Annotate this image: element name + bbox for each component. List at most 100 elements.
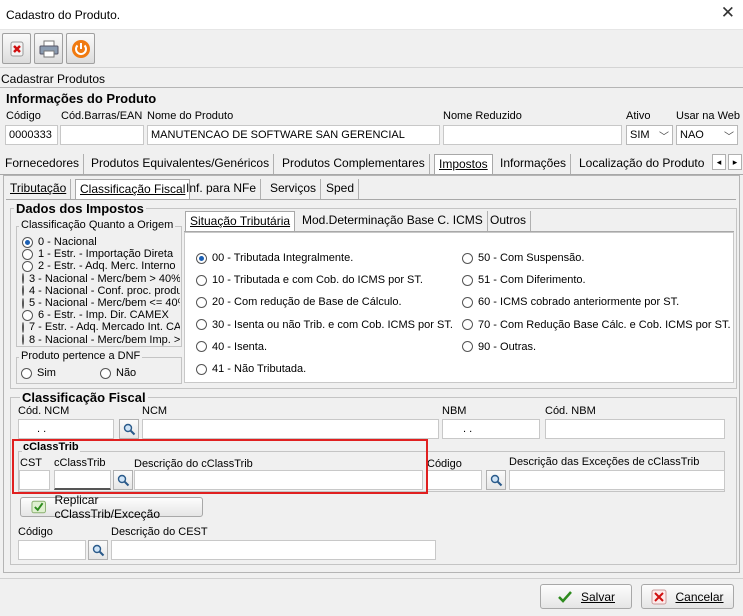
radio-icon [462, 296, 473, 308]
origem-label: 0 - Nacional [38, 236, 97, 248]
situacao-label: 60 - ICMS cobrado anteriormente por ST. [478, 296, 680, 309]
tab-localizacao[interactable]: Localização do Produto [575, 154, 708, 174]
tab-mod-determinacao[interactable]: Mod.Determinação Base C. ICMS [298, 211, 488, 231]
section-header: Cadastrar Produtos [0, 72, 743, 88]
situacao-label: 00 - Tributada Integralmente. [212, 252, 354, 264]
dnf-sim-label: Sim [37, 367, 56, 379]
situacao-radio-right-4[interactable]: 90 - Outras. [462, 341, 536, 353]
situacao-label: 51 - Com Diferimento. [478, 274, 586, 287]
tab-informacoes[interactable]: Informações [496, 154, 572, 174]
cancelar-label: Cancelar [675, 589, 724, 604]
tab-scroll-right-icon[interactable]: ▸ [728, 154, 742, 170]
origem-radio-0[interactable]: 0 - Nacional [22, 236, 180, 248]
delete-button[interactable] [2, 33, 31, 64]
situacao-radio-left-2[interactable]: 20 - Com redução de Base de Cálculo. [196, 296, 402, 308]
radio-icon [196, 341, 207, 353]
nome-field[interactable]: MANUTENCAO DE SOFTWARE SAN GERENCIAL [147, 125, 440, 145]
title-bar: Cadastro do Produto. ✕ [0, 0, 743, 30]
nome-reduzido-field[interactable] [443, 125, 622, 145]
nbm-field[interactable]: . . [442, 419, 540, 439]
cest-descricao-field[interactable] [111, 540, 436, 560]
tab-fornecedores[interactable]: Fornecedores [1, 154, 85, 174]
situacao-radio-right-2[interactable]: 60 - ICMS cobrado anteriormente por ST. [462, 296, 679, 308]
barras-field[interactable] [60, 125, 144, 145]
usar-web-select[interactable]: NAO ﹀ [676, 125, 738, 145]
tab-impostos[interactable]: Impostos [434, 154, 493, 174]
highlight-box [12, 439, 428, 494]
ativo-label: Ativo [626, 110, 651, 122]
cod-ncm-field[interactable]: . . [18, 419, 114, 439]
dnf-nao-radio[interactable]: Não [100, 367, 136, 379]
radio-icon [462, 274, 473, 286]
exit-button[interactable] [66, 33, 95, 64]
situacao-radio-right-1[interactable]: 51 - Com Diferimento. [462, 274, 586, 286]
situacao-radio-left-1[interactable]: 10 - Tributada e com Cob. do ICMS por ST… [196, 274, 423, 286]
situacao-label: 70 - Com Redução Base Cálc. e Cob. ICMS … [478, 318, 731, 331]
dados-impostos-title: Dados dos Impostos [14, 201, 146, 216]
cest-search-button[interactable] [88, 540, 108, 560]
tab-sped[interactable]: Sped [322, 179, 360, 199]
origem-radio-8[interactable]: 8 - Nacional - Merc/bem Imp. > 70% [22, 334, 180, 346]
search-icon [490, 474, 502, 486]
close-icon[interactable]: ✕ [721, 3, 735, 23]
excecao-search-button[interactable] [486, 470, 506, 490]
salvar-label: Salvar [580, 589, 615, 604]
situacao-radio-right-3[interactable]: 70 - Com Redução Base Cálc. e Cob. ICMS … [462, 319, 731, 331]
situacao-label: 40 - Isenta. [212, 340, 268, 353]
tab-situacao-tributaria[interactable]: Situação Tributária [185, 211, 296, 231]
origem-label: 6 - Estr. - Imp. Dir. CAMEX [38, 309, 169, 322]
situacao-radio-left-5[interactable]: 41 - Não Tributada. [196, 363, 306, 375]
origem-radio-4[interactable]: 4 - Nacional - Conf. proc. produt [22, 285, 180, 297]
cancelar-button[interactable]: Cancelar [641, 584, 734, 609]
tab-servicos[interactable]: Serviços [266, 179, 322, 199]
tab-equivalentes[interactable]: Produtos Equivalentes/Genéricos [87, 154, 275, 174]
search-icon [92, 544, 104, 556]
situacao-radio-left-4[interactable]: 40 - Isenta. [196, 341, 267, 353]
cod-ncm-label: Cód. NCM [18, 405, 70, 417]
tab-complementares[interactable]: Produtos Complementares [278, 154, 430, 174]
radio-icon [22, 309, 33, 321]
tab-classificacao-fiscal[interactable]: Classificação Fiscal [75, 179, 191, 199]
origem-radio-6[interactable]: 6 - Estr. - Imp. Dir. CAMEX [22, 309, 180, 321]
check-icon [558, 590, 572, 603]
radio-icon [22, 285, 24, 297]
origem-label: 3 - Nacional - Merc/bem > 40% [29, 272, 180, 285]
tab-outros[interactable]: Outros [486, 211, 532, 231]
tab-scroll-left-icon[interactable]: ◂ [712, 154, 726, 170]
cest-codigo-field[interactable] [18, 540, 86, 560]
tab-classificacao-label: Classificação Fiscal [80, 182, 186, 196]
situacao-radio-right-0[interactable]: 50 - Com Suspensão. [462, 252, 584, 264]
desc-excecoes-field[interactable] [509, 470, 725, 490]
ncm-search-button[interactable] [119, 419, 139, 439]
replicar-button[interactable]: Replicar cClassTrib/Exceção [20, 493, 203, 521]
origem-radio-1[interactable]: 1 - Estr. - Importação Direta [22, 248, 180, 260]
tab-tributacao[interactable]: Tributação [6, 179, 72, 199]
ativo-select[interactable]: SIM ﹀ [626, 125, 673, 145]
situacao-label: 10 - Tributada e com Cob. do ICMS por ST… [212, 274, 423, 287]
origem-radio-2[interactable]: 2 - Estr. - Adq. Merc. Interno [22, 260, 180, 272]
printer-icon [39, 40, 58, 57]
origem-radio-5[interactable]: 5 - Nacional - Merc/bem <= 40% [22, 297, 180, 309]
origem-title: Classificação Quanto a Origem [19, 219, 176, 231]
ncm-field[interactable] [142, 419, 439, 439]
tab-inf-nfe[interactable]: Inf. para NFe [182, 179, 262, 199]
situacao-radio-left-0[interactable]: 00 - Tributada Integralmente. [196, 252, 353, 264]
codigo-field[interactable]: 0000333 [5, 125, 58, 145]
codigo-excecao-field[interactable] [427, 470, 482, 490]
cancel-icon [651, 589, 667, 604]
dnf-sim-radio[interactable]: Sim [21, 367, 56, 379]
salvar-button[interactable]: Salvar [540, 584, 632, 609]
replicar-label: Replicar cClassTrib/Exceção [54, 493, 161, 521]
origem-radio-3[interactable]: 3 - Nacional - Merc/bem > 40% [22, 273, 180, 285]
sub-tabs: Tributação Classificação Fiscal Inf. par… [6, 179, 736, 200]
origem-label: 5 - Nacional - Merc/bem <= 40% [29, 297, 180, 309]
radio-icon [462, 252, 473, 264]
origem-radio-7[interactable]: 7 - Estr. - Adq. Mercado Int. CAMEX [22, 321, 180, 333]
cod-nbm-field[interactable] [545, 419, 725, 439]
print-button[interactable] [34, 33, 63, 64]
toolbar [0, 30, 743, 68]
situacao-label: 90 - Outras. [478, 340, 537, 353]
cest-codigo-label: Código [18, 526, 53, 538]
situacao-radio-left-3[interactable]: 30 - Isenta ou não Trib. e com Cob. ICMS… [196, 319, 453, 331]
origem-label: 7 - Estr. - Adq. Mercado Int. CAMEX [29, 321, 180, 334]
